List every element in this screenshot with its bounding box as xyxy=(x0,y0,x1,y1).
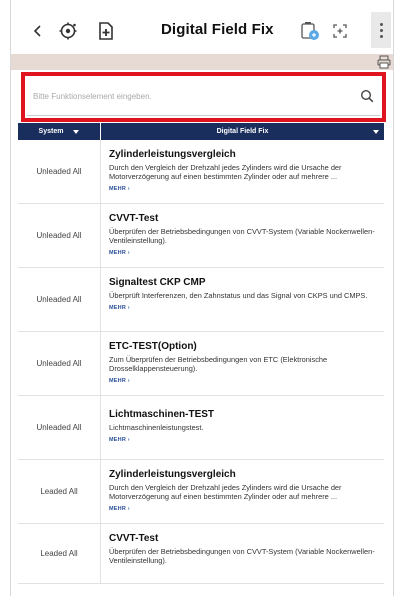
table-row[interactable]: Unleaded All Lichtmaschinen-TEST Lichtma… xyxy=(18,396,384,460)
column-header-digital-field-fix[interactable]: Digital Field Fix xyxy=(101,123,384,140)
row-system: Leaded All xyxy=(18,524,101,583)
more-link[interactable]: MEHR › xyxy=(109,305,376,311)
row-content: CVVT-Test Überprüfen der Betriebsbedingu… xyxy=(101,204,384,267)
row-system: Unleaded All xyxy=(18,396,101,459)
row-system: Unleaded All xyxy=(18,140,101,203)
column-header-label: Digital Field Fix xyxy=(216,128,269,135)
table-row[interactable]: Unleaded All ETC-TEST(Option) Zum Überpr… xyxy=(18,332,384,396)
function-title: CVVT-Test xyxy=(109,533,159,544)
expand-icon[interactable] xyxy=(327,18,353,44)
search-highlight xyxy=(21,72,386,122)
vci-settings-icon[interactable] xyxy=(55,18,81,44)
search-input[interactable] xyxy=(33,92,353,101)
function-description: Durch den Vergleich der Drehzahl jedes Z… xyxy=(109,483,342,501)
search-bar xyxy=(27,78,380,116)
column-header-system[interactable]: System xyxy=(18,123,101,140)
back-icon[interactable] xyxy=(25,18,51,44)
row-system: Unleaded All xyxy=(18,332,101,395)
search-icon[interactable] xyxy=(360,89,374,103)
chevron-down-icon xyxy=(373,130,379,134)
row-system: Unleaded All xyxy=(18,204,101,267)
function-title: CVVT-Test xyxy=(109,213,159,224)
table-row[interactable]: Unleaded All Zylinderleistungsvergleich … xyxy=(18,140,384,204)
table-row[interactable]: Unleaded All CVVT-Test Überprüfen der Be… xyxy=(18,204,384,268)
function-title: Lichtmaschinen-TEST xyxy=(109,409,215,420)
function-description: Überprüft Interferenzen, den Zahnstatus … xyxy=(109,291,368,300)
function-list: Unleaded All Zylinderleistungsvergleich … xyxy=(18,140,384,584)
more-icon[interactable] xyxy=(371,12,391,48)
function-description: Zum Überprüfen der Betriebsbedingungen v… xyxy=(109,355,328,373)
table-row[interactable]: Unleaded All Signaltest CKP CMP Überprüf… xyxy=(18,268,384,332)
function-description: Überprüfen der Betriebsbedingungen von C… xyxy=(109,547,375,565)
row-system: Unleaded All xyxy=(18,268,101,331)
battery-status-icon[interactable] xyxy=(297,18,323,44)
row-content: ETC-TEST(Option) Zum Überprüfen der Betr… xyxy=(101,332,384,395)
more-link[interactable]: MEHR › xyxy=(109,437,376,443)
add-document-icon[interactable] xyxy=(93,18,119,44)
function-title: ETC-TEST(Option) xyxy=(109,341,197,352)
function-title: Signaltest CKP CMP xyxy=(109,277,206,288)
row-content: Signaltest CKP CMP Überprüft Interferenz… xyxy=(101,268,384,331)
toolbar: Digital Field Fix xyxy=(11,10,393,54)
column-header-label: System xyxy=(38,128,64,135)
function-description: Lichtmaschinenleistungstest. xyxy=(109,423,204,432)
function-description: Durch den Vergleich der Drehzahl jedes Z… xyxy=(109,163,342,181)
print-icon[interactable] xyxy=(377,55,391,69)
row-content: Zylinderleistungsvergleich Durch den Ver… xyxy=(101,460,384,523)
table-row[interactable]: Leaded All Zylinderleistungsvergleich Du… xyxy=(18,460,384,524)
function-description: Überprüfen der Betriebsbedingungen von C… xyxy=(109,227,375,245)
more-link[interactable]: MEHR › xyxy=(109,506,376,512)
row-content: CVVT-Test Überprüfen der Betriebsbedingu… xyxy=(101,524,384,583)
row-content: Lichtmaschinen-TEST Lichtmaschinenleistu… xyxy=(101,396,384,459)
function-title: Zylinderleistungsvergleich xyxy=(109,469,236,480)
more-link[interactable]: MEHR › xyxy=(109,378,376,384)
more-link[interactable]: MEHR › xyxy=(109,186,376,192)
row-system: Leaded All xyxy=(18,460,101,523)
status-band xyxy=(11,54,393,70)
table-header: System Digital Field Fix xyxy=(18,123,384,140)
table-row[interactable]: Leaded All CVVT-Test Überprüfen der Betr… xyxy=(18,524,384,584)
page-title: Digital Field Fix xyxy=(161,21,274,38)
more-link[interactable]: MEHR › xyxy=(109,250,376,256)
function-title: Zylinderleistungsvergleich xyxy=(109,149,236,160)
row-content: Zylinderleistungsvergleich Durch den Ver… xyxy=(101,140,384,203)
chevron-down-icon xyxy=(73,129,80,134)
